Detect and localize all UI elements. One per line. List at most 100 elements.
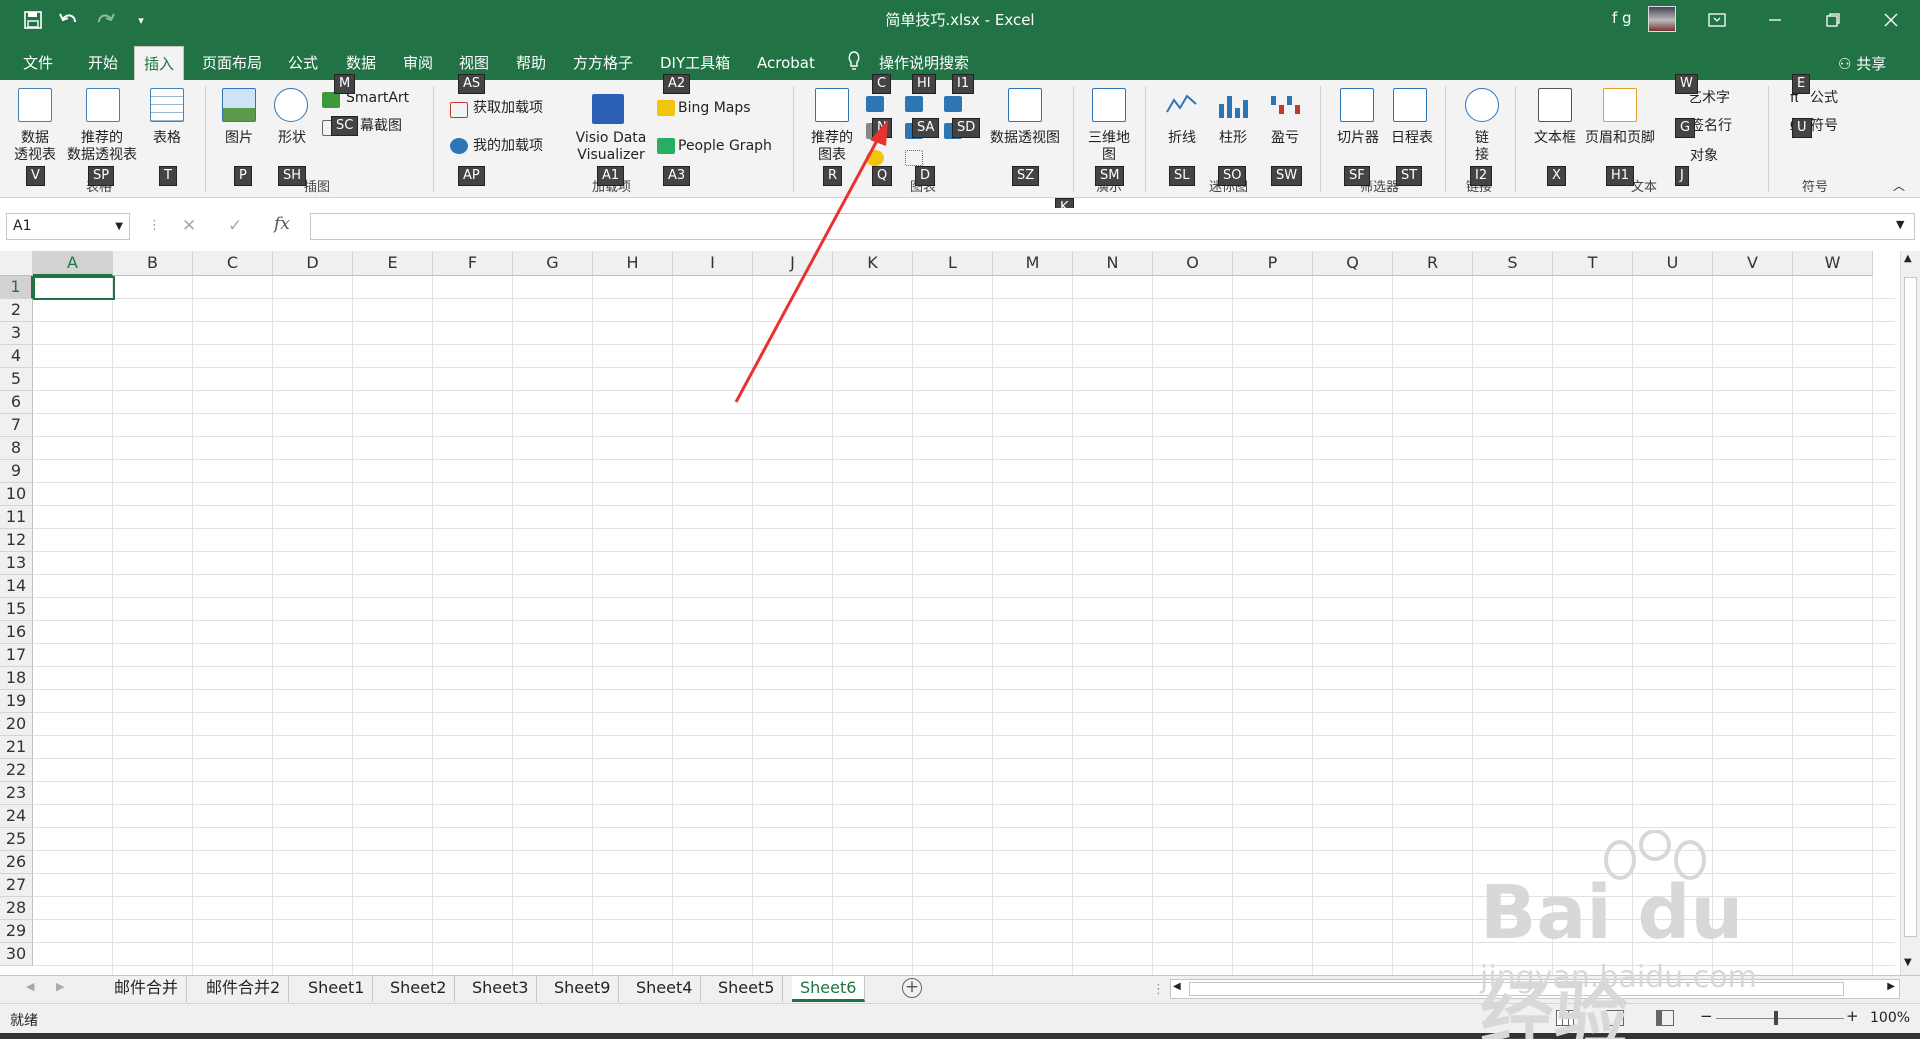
sheet-tab[interactable]: Sheet5 xyxy=(710,976,784,1002)
page-break-view-icon[interactable] xyxy=(1656,1010,1674,1026)
scroll-up-icon[interactable]: ▲ xyxy=(1904,253,1912,264)
select-all-corner[interactable] xyxy=(0,251,33,276)
column-header[interactable]: V xyxy=(1713,251,1793,276)
worksheet-grid[interactable]: ABCDEFGHIJKLMNOPQRSTUVW 1 2 3 4 5 6 7 8 9 10 11 12 1… xyxy=(0,251,1920,975)
cancel-icon[interactable]: ✕ xyxy=(182,216,196,236)
row-header[interactable]: 4 xyxy=(0,345,33,368)
shapes-button[interactable]: 形状 xyxy=(268,130,316,147)
row-header[interactable]: 14 xyxy=(0,575,33,598)
visio-icon[interactable] xyxy=(592,94,624,124)
tab-insert[interactable]: 插入 xyxy=(134,46,185,80)
picture-button[interactable]: 图片 xyxy=(215,130,263,147)
tab-acrobat[interactable]: Acrobat xyxy=(748,46,824,80)
formula-input[interactable] xyxy=(310,213,1915,240)
column-header[interactable]: P xyxy=(1233,251,1313,276)
row-header[interactable]: 29 xyxy=(0,920,33,943)
column-header[interactable]: A xyxy=(33,251,113,276)
store-icon[interactable] xyxy=(450,102,468,118)
pivot-table-icon[interactable] xyxy=(18,88,52,122)
sheet-tab[interactable]: Sheet1 xyxy=(300,976,374,1002)
close-icon[interactable] xyxy=(1862,0,1920,40)
next-sheet-icon[interactable]: ▶ xyxy=(56,980,64,993)
column-header[interactable]: J xyxy=(753,251,833,276)
equation-button[interactable]: 公式 xyxy=(1810,90,1838,107)
people-graph-button[interactable]: People Graph xyxy=(678,138,772,155)
signature-line-button[interactable]: 签名行 xyxy=(1690,118,1732,135)
zoom-slider-thumb[interactable] xyxy=(1774,1011,1778,1025)
column-header[interactable]: M xyxy=(993,251,1073,276)
scroll-right-icon[interactable]: ▶ xyxy=(1887,981,1895,992)
my-addins-icon[interactable] xyxy=(450,138,468,154)
column-sparkline-button[interactable]: 柱形 xyxy=(1211,130,1255,147)
scroll-left-icon[interactable]: ◀ xyxy=(1173,981,1181,992)
tab-fangfang[interactable]: 方方格子 xyxy=(564,46,642,80)
pivot-table-button[interactable]: 数据 透视表 xyxy=(10,130,60,164)
slicer-icon[interactable] xyxy=(1340,88,1374,122)
bing-maps-icon[interactable] xyxy=(657,100,675,116)
get-addins-button[interactable]: 获取加载项 xyxy=(473,100,543,117)
row-header[interactable]: 19 xyxy=(0,690,33,713)
pie-chart-icon[interactable] xyxy=(866,150,884,166)
row-header[interactable]: 28 xyxy=(0,897,33,920)
row-header[interactable]: 17 xyxy=(0,644,33,667)
link-button[interactable]: 链 接 xyxy=(1462,130,1502,164)
row-header[interactable]: 8 xyxy=(0,437,33,460)
link-globe-icon[interactable] xyxy=(1465,88,1499,122)
column-header[interactable]: R xyxy=(1393,251,1473,276)
share-button[interactable]: ⚇ 共享 xyxy=(1838,53,1886,74)
screenshot-button[interactable]: 幕截图 xyxy=(360,118,402,135)
save-icon[interactable] xyxy=(20,7,46,33)
line-sparkline-button[interactable]: 折线 xyxy=(1160,130,1204,147)
row-header[interactable]: 11 xyxy=(0,506,33,529)
tab-formulas[interactable]: 公式 xyxy=(279,46,327,80)
bing-maps-button[interactable]: Bing Maps xyxy=(678,100,751,117)
ribbon-display-icon[interactable] xyxy=(1688,0,1746,40)
row-header[interactable]: 26 xyxy=(0,851,33,874)
column-header[interactable]: G xyxy=(513,251,593,276)
winloss-sparkline-button[interactable]: 盈亏 xyxy=(1263,130,1307,147)
pivot-chart-button[interactable]: 数据透视图 xyxy=(985,130,1065,147)
column-header[interactable]: T xyxy=(1553,251,1633,276)
customize-qat-icon[interactable]: ▾ xyxy=(128,7,154,33)
row-header[interactable]: 24 xyxy=(0,805,33,828)
row-header[interactable]: 23 xyxy=(0,782,33,805)
shapes-icon[interactable] xyxy=(274,88,308,122)
picture-icon[interactable] xyxy=(222,88,256,122)
scroll-down-icon[interactable]: ▼ xyxy=(1904,957,1912,968)
recommended-pivot-button[interactable]: 推荐的 数据透视表 xyxy=(62,130,142,164)
scrollbar-thumb[interactable] xyxy=(1189,982,1844,996)
row-header[interactable]: 20 xyxy=(0,713,33,736)
horizontal-scrollbar[interactable]: ◀ ▶ xyxy=(1170,979,1900,999)
combo-chart-icon[interactable] xyxy=(944,96,962,112)
row-header[interactable]: 18 xyxy=(0,667,33,690)
expand-formula-icon[interactable]: ▼ xyxy=(1896,218,1904,231)
column-header[interactable]: H xyxy=(593,251,673,276)
slicer-button[interactable]: 切片器 xyxy=(1332,130,1384,147)
header-footer-icon[interactable] xyxy=(1603,88,1637,122)
lightbulb-icon[interactable] xyxy=(846,50,862,72)
header-footer-button[interactable]: 页眉和页脚 xyxy=(1578,130,1662,147)
active-cell[interactable] xyxy=(33,276,115,300)
my-addins-button[interactable]: 我的加载项 xyxy=(473,138,543,155)
sheet-tab[interactable]: Sheet4 xyxy=(628,976,702,1002)
column-header[interactable]: N xyxy=(1073,251,1153,276)
column-header[interactable]: L xyxy=(913,251,993,276)
waterfall-chart-icon[interactable] xyxy=(905,96,923,112)
people-graph-icon[interactable] xyxy=(657,138,675,154)
row-header[interactable]: 2 xyxy=(0,299,33,322)
sheet-tab[interactable]: Sheet2 xyxy=(382,976,456,1002)
winloss-sparkline-icon[interactable] xyxy=(1268,90,1302,124)
sheet-tab[interactable]: Sheet9 xyxy=(546,976,620,1002)
table-button[interactable]: 表格 xyxy=(145,130,189,147)
page-layout-view-icon[interactable] xyxy=(1606,1010,1624,1026)
tab-file[interactable]: 文件 xyxy=(14,46,62,80)
column-sparkline-icon[interactable] xyxy=(1216,90,1250,124)
column-header[interactable]: F xyxy=(433,251,513,276)
restore-icon[interactable] xyxy=(1804,0,1862,40)
user-name[interactable]: f g xyxy=(1612,9,1632,27)
column-header[interactable]: W xyxy=(1793,251,1873,276)
column-header[interactable]: I xyxy=(673,251,753,276)
table-icon[interactable] xyxy=(150,88,184,122)
row-header[interactable]: 25 xyxy=(0,828,33,851)
smartart-icon[interactable] xyxy=(322,92,340,108)
